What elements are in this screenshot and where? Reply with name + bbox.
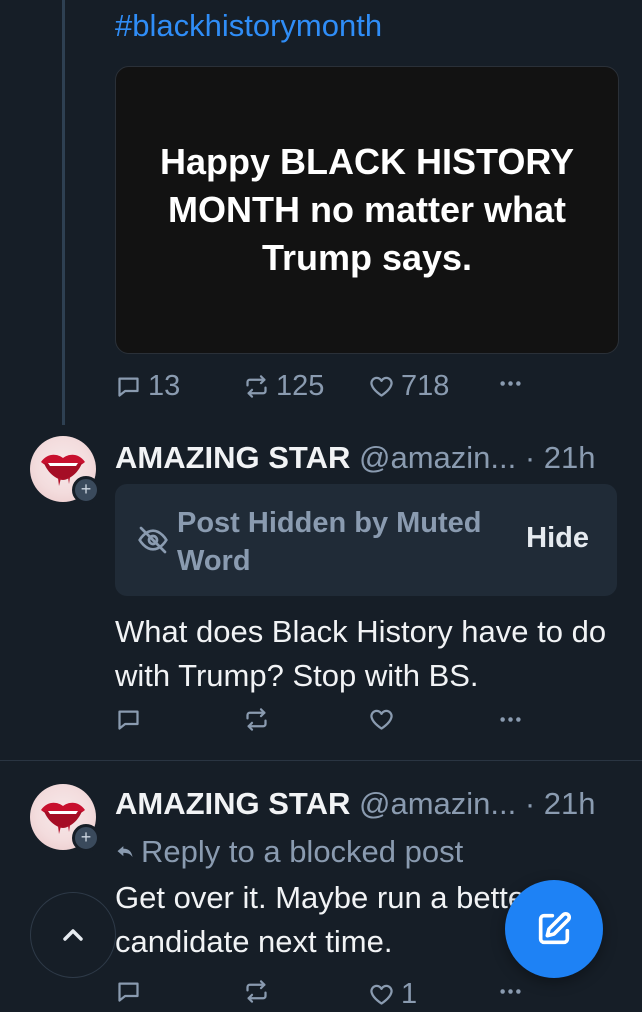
image-text: Happy BLACK HISTORY MONTH no matter what…: [159, 141, 575, 278]
reply-icon: [118, 710, 139, 730]
more-button[interactable]: [497, 706, 524, 733]
hide-button[interactable]: Hide: [526, 522, 589, 555]
timestamp[interactable]: · 21h: [525, 786, 596, 821]
reply-arrow-icon: [117, 846, 133, 857]
hidden-label: Post Hidden by Muted Word: [177, 507, 482, 577]
like-button[interactable]: [368, 706, 395, 733]
more-icon: [500, 717, 521, 722]
repost-icon: [246, 708, 267, 731]
eye-slash-icon: [138, 526, 168, 554]
hashtag-link[interactable]: #blackhistorymonth: [115, 8, 382, 44]
handle[interactable]: @amazin...: [359, 786, 516, 821]
follow-plus-badge[interactable]: +: [72, 476, 100, 504]
repost-button[interactable]: [243, 706, 270, 733]
repost-button[interactable]: [243, 978, 270, 1005]
timestamp[interactable]: · 21h: [525, 440, 596, 475]
post2-actions: 1: [115, 978, 535, 1012]
display-name[interactable]: AMAZING STAR: [115, 440, 350, 475]
avatar[interactable]: +: [30, 436, 100, 504]
parent-post-actions: 13 125 718: [115, 370, 535, 404]
like-count: 1: [401, 978, 418, 1010]
more-icon: [500, 989, 521, 994]
reply-icon: [118, 377, 139, 397]
post-header: AMAZING STAR @amazin... · 21h: [115, 786, 596, 822]
scroll-to-top-button[interactable]: [30, 892, 116, 978]
avatar[interactable]: +: [30, 784, 100, 852]
thread-line: [62, 0, 65, 425]
repost-count: 125: [276, 370, 325, 402]
reply-button[interactable]: [115, 706, 142, 733]
handle[interactable]: @amazin...: [359, 440, 516, 475]
reply-icon: [118, 982, 139, 1002]
post-text: What does Black History have to do with …: [115, 614, 607, 693]
muted-word-notice: Post Hidden by Muted Word Hide: [115, 484, 617, 596]
reply-button[interactable]: 13: [115, 370, 180, 403]
compose-icon: [538, 911, 572, 945]
reply-context[interactable]: Reply to a blocked post: [115, 834, 463, 870]
repost-icon: [246, 375, 267, 398]
repost-icon: [246, 980, 267, 1003]
heart-icon: [370, 709, 393, 730]
like-count: 718: [401, 370, 450, 402]
follow-plus-badge[interactable]: +: [72, 824, 100, 852]
post1-actions: [115, 706, 535, 740]
post-header: AMAZING STAR @amazin... · 21h: [115, 440, 596, 476]
like-button[interactable]: 1: [368, 978, 417, 1011]
more-icon: [500, 381, 521, 386]
more-button[interactable]: [497, 978, 524, 1005]
compose-button[interactable]: [505, 880, 603, 978]
display-name[interactable]: AMAZING STAR: [115, 786, 350, 821]
post-image[interactable]: Happy BLACK HISTORY MONTH no matter what…: [115, 66, 619, 354]
like-button[interactable]: 718: [368, 370, 449, 403]
reply-button[interactable]: [115, 978, 142, 1005]
heart-icon: [370, 984, 393, 1005]
repost-button[interactable]: 125: [243, 370, 324, 403]
heart-icon: [370, 376, 393, 397]
reply-to-label: Reply to a blocked post: [141, 834, 464, 869]
more-button[interactable]: [497, 370, 524, 397]
reply-count: 13: [148, 370, 181, 402]
post-divider: [0, 760, 642, 761]
chevron-up-icon: [63, 929, 83, 941]
